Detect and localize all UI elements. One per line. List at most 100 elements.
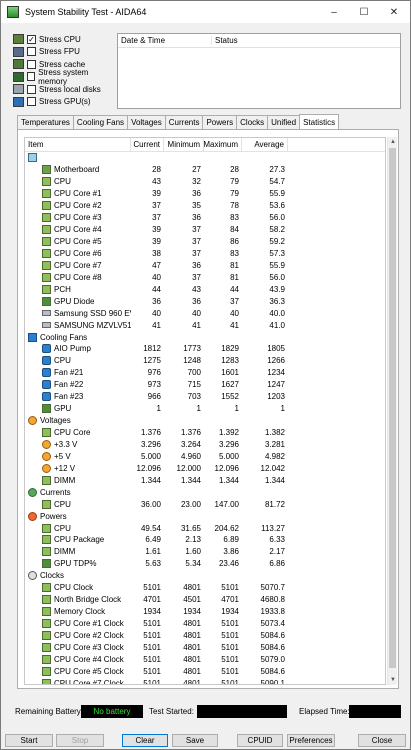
event-log[interactable]: Date & Time Status — [117, 33, 401, 109]
col-current[interactable]: Current — [131, 138, 164, 152]
table-row[interactable]: AIO Pump 1812 1773 1829 1805 — [25, 343, 385, 355]
table-row[interactable]: CPU Core 1.376 1.376 1.392 1.382 — [25, 427, 385, 439]
table-row[interactable]: GPU Diode 36 36 37 36.3 — [25, 295, 385, 307]
col-average[interactable]: Average — [242, 138, 288, 152]
row-item: CPU Core #3 — [25, 213, 131, 223]
scroll-down-arrow-icon[interactable]: ▼ — [388, 675, 398, 685]
value-maximum: 6.89 — [223, 535, 239, 545]
statistics-table[interactable]: Item Current Minimum Maximum Average Mot… — [24, 137, 386, 685]
table-row[interactable]: CPU Package 6.49 2.13 6.89 6.33 — [25, 534, 385, 546]
table-row[interactable]: CPU 1275 1248 1283 1266 — [25, 355, 385, 367]
table-row[interactable]: North Bridge Clock 4701 4501 4701 4680.8 — [25, 594, 385, 606]
table-group-row[interactable]: Clocks — [25, 570, 385, 582]
stress-fpu-checkbox[interactable] — [27, 47, 36, 57]
log-col-status[interactable]: Status — [212, 36, 238, 45]
table-row[interactable]: CPU Clock 5101 4801 5101 5070.7 — [25, 582, 385, 594]
table-row[interactable]: CPU Core #1 39 36 79 55.9 — [25, 188, 385, 200]
table-row[interactable]: CPU Core #5 39 37 86 59.2 — [25, 236, 385, 248]
table-row[interactable]: Samsung SSD 960 EV... 40 40 40 40.0 — [25, 307, 385, 319]
value-maximum: 28 — [230, 165, 239, 175]
value-maximum: 5101 — [221, 654, 239, 664]
col-maximum[interactable]: Maximum — [203, 138, 242, 152]
item-label: Memory Clock — [54, 607, 106, 617]
table-group-row[interactable]: Voltages — [25, 415, 385, 427]
minimize-button[interactable]: – — [319, 1, 349, 23]
stop-button[interactable]: Stop — [56, 734, 104, 747]
table-row[interactable]: CPU Core #3 Clock 5101 4801 5101 5084.6 — [25, 641, 385, 653]
table-row[interactable]: GPU 1 1 1 1 — [25, 403, 385, 415]
table-row[interactable]: CPU Core #7 Clock 5101 4801 5101 5090.1 — [25, 677, 385, 684]
table-row[interactable]: SAMSUNG MZVLV51... 41 41 41 41.0 — [25, 319, 385, 331]
stress-disks-checkbox[interactable] — [27, 84, 36, 94]
table-row[interactable]: Fan #22 973 715 1627 1247 — [25, 379, 385, 391]
preferences-button[interactable]: Preferences — [287, 734, 335, 747]
close-window-button[interactable]: ✕ — [379, 1, 409, 23]
table-row[interactable]: +12 V 12.096 12.000 12.096 12.042 — [25, 462, 385, 474]
tab-cooling-fans[interactable]: Cooling Fans — [72, 115, 129, 129]
table-scrollbar[interactable]: ▲ ▼ — [387, 137, 397, 685]
table-group-row[interactable] — [25, 152, 385, 164]
tab-unified[interactable]: Unified — [267, 115, 301, 129]
table-row[interactable]: DIMM 1.344 1.344 1.344 1.344 — [25, 474, 385, 486]
save-button[interactable]: Save — [172, 734, 218, 747]
stress-option-disks[interactable]: Stress local disks — [13, 83, 115, 96]
table-row[interactable]: Motherboard 28 27 28 27.3 — [25, 164, 385, 176]
table-row[interactable]: CPU Core #5 Clock 5101 4801 5101 5084.6 — [25, 665, 385, 677]
table-row[interactable]: CPU Core #2 Clock 5101 4801 5101 5084.6 — [25, 630, 385, 642]
value-average: 27.3 — [269, 165, 285, 175]
table-row[interactable]: DIMM 1.61 1.60 3.86 2.17 — [25, 546, 385, 558]
stress-memory-checkbox[interactable] — [26, 72, 36, 82]
table-row[interactable]: Fan #21 976 700 1601 1234 — [25, 367, 385, 379]
table-row[interactable]: CPU Core #4 39 37 84 58.2 — [25, 224, 385, 236]
tab-clocks[interactable]: Clocks — [236, 115, 269, 129]
table-row[interactable]: CPU Core #1 Clock 5101 4801 5101 5073.4 — [25, 618, 385, 630]
value-average: 6.33 — [269, 535, 285, 545]
table-row[interactable]: Fan #23 966 703 1552 1203 — [25, 391, 385, 403]
tab-powers[interactable]: Powers — [202, 115, 238, 129]
table-row[interactable]: CPU Core #8 40 37 81 56.0 — [25, 271, 385, 283]
stress-option-memory[interactable]: Stress system memory — [13, 68, 115, 86]
table-row[interactable]: CPU Core #4 Clock 5101 4801 5101 5079.0 — [25, 653, 385, 665]
table-group-row[interactable]: Currents — [25, 486, 385, 498]
clear-button[interactable]: Clear — [122, 734, 168, 747]
table-row[interactable]: CPU Core #6 38 37 83 57.3 — [25, 248, 385, 260]
title-bar[interactable]: System Stability Test - AIDA64 – ☐ ✕ — [1, 1, 410, 23]
stress-option-gpu[interactable]: Stress GPU(s) — [13, 96, 115, 109]
close-button[interactable]: Close — [358, 734, 406, 747]
table-row[interactable]: GPU TDP% 5.63 5.34 23.46 6.86 — [25, 558, 385, 570]
col-item[interactable]: Item — [25, 138, 131, 152]
table-row[interactable]: PCH 44 43 44 43.9 — [25, 283, 385, 295]
table-row[interactable]: CPU Core #2 37 35 78 53.6 — [25, 200, 385, 212]
table-group-row[interactable]: Cooling Fans — [25, 331, 385, 343]
table-row[interactable]: CPU 49.54 31.65 204.62 113.27 — [25, 522, 385, 534]
tab-temperatures[interactable]: Temperatures — [17, 115, 74, 129]
table-row[interactable]: Memory Clock 1934 1934 1934 1933.8 — [25, 606, 385, 618]
stress-cache-checkbox[interactable] — [27, 59, 36, 69]
log-col-datetime[interactable]: Date & Time — [118, 36, 212, 45]
table-row[interactable]: CPU 43 32 79 54.7 — [25, 176, 385, 188]
table-row[interactable]: CPU Core #3 37 36 83 56.0 — [25, 212, 385, 224]
cpuid-button[interactable]: CPUID — [237, 734, 283, 747]
start-button[interactable]: Start — [5, 734, 53, 747]
table-row[interactable]: CPU Core #7 47 36 81 55.9 — [25, 259, 385, 271]
scrollbar-thumb[interactable] — [389, 148, 396, 668]
disk-icon — [42, 322, 51, 329]
chip-icon — [42, 260, 51, 270]
stress-cpu-checkbox[interactable]: ✓ — [27, 34, 36, 44]
tab-voltages[interactable]: Voltages — [127, 115, 166, 129]
stress-option-fpu[interactable]: Stress FPU — [13, 46, 115, 59]
chip-icon — [42, 499, 51, 509]
stress-gpu-checkbox[interactable] — [27, 97, 36, 107]
scroll-up-arrow-icon[interactable]: ▲ — [388, 137, 398, 147]
stress-option-cpu[interactable]: ✓ Stress CPU — [13, 33, 115, 46]
table-row[interactable]: +3.3 V 3.296 3.264 3.296 3.281 — [25, 439, 385, 451]
table-row[interactable]: +5 V 5.000 4.960 5.000 4.982 — [25, 450, 385, 462]
value-current: 38 — [152, 248, 161, 258]
tab-statistics[interactable]: Statistics — [299, 114, 340, 129]
value-current: 44 — [152, 284, 161, 294]
maximize-button[interactable]: ☐ — [349, 1, 379, 23]
table-group-row[interactable]: Powers — [25, 510, 385, 522]
tab-currents[interactable]: Currents — [164, 115, 204, 129]
table-row[interactable]: CPU 36.00 23.00 147.00 81.72 — [25, 498, 385, 510]
col-minimum[interactable]: Minimum — [164, 138, 204, 152]
